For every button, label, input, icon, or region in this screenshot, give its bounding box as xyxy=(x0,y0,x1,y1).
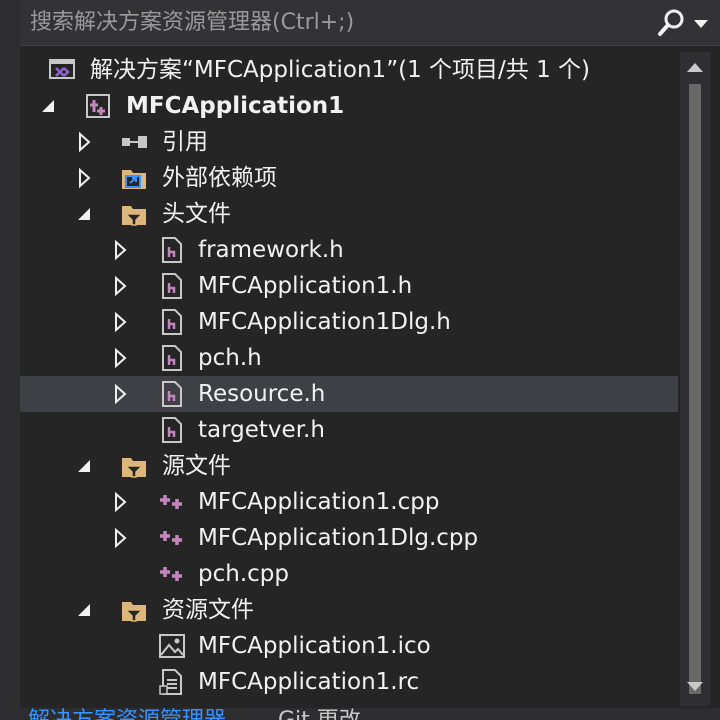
tree-row-file[interactable]: framework.h xyxy=(20,232,678,268)
file-label: framework.h xyxy=(198,237,344,263)
tree-row-file[interactable]: MFCApplication1.h xyxy=(20,268,678,304)
cpp-file-icon xyxy=(158,524,186,552)
project-label: MFCApplication1 xyxy=(126,93,345,119)
search-icon[interactable] xyxy=(654,6,688,40)
scroll-up-arrow-icon[interactable] xyxy=(685,58,705,76)
cpp-file-icon xyxy=(158,488,186,516)
expanded-arrow-icon[interactable] xyxy=(72,454,96,478)
tree-row-file-selected[interactable]: Resource.h xyxy=(20,376,678,412)
references-label: 引用 xyxy=(162,129,208,155)
collapsed-arrow-icon[interactable] xyxy=(108,382,132,406)
solution-label: 解决方案“MFCApplication1”(1 个项目/共 1 个) xyxy=(90,57,591,83)
tree-row-header-files[interactable]: 头文件 xyxy=(20,196,678,232)
tab-solution-explorer[interactable]: 解决方案资源管理器 xyxy=(28,708,226,720)
tree-row-file[interactable]: pch.h xyxy=(20,340,678,376)
tree-row-file[interactable]: MFCApplication1Dlg.h xyxy=(20,304,678,340)
collapsed-arrow-icon[interactable] xyxy=(108,238,132,262)
left-gutter xyxy=(0,0,20,720)
file-label: MFCApplication1Dlg.h xyxy=(198,309,451,335)
tree-row-resource-files[interactable]: 资源文件 xyxy=(20,592,678,628)
header-file-icon xyxy=(158,308,186,336)
tree-row-file[interactable]: MFCApplication1.rc xyxy=(20,664,678,700)
file-label: MFCApplication1.ico xyxy=(198,633,431,659)
references-icon xyxy=(120,128,148,156)
external-dependencies-label: 外部依赖项 xyxy=(162,165,277,191)
expanded-arrow-icon[interactable] xyxy=(72,598,96,622)
tree-row-file[interactable]: MFCApplication1.cpp xyxy=(20,484,678,520)
header-file-icon xyxy=(158,272,186,300)
tree-row-source-files[interactable]: 源文件 xyxy=(20,448,678,484)
solution-tree: 解决方案“MFCApplication1”(1 个项目/共 1 个) MFCAp… xyxy=(20,52,680,708)
tree-row-references[interactable]: 引用 xyxy=(20,124,678,160)
file-label: MFCApplication1.rc xyxy=(198,669,420,695)
file-label: pch.h xyxy=(198,345,262,371)
tree-row-solution[interactable]: 解决方案“MFCApplication1”(1 个项目/共 1 个) xyxy=(20,52,678,88)
file-label: MFCApplication1.cpp xyxy=(198,489,440,515)
scrollbar-thumb[interactable] xyxy=(689,84,701,694)
tree-row-external-dependencies[interactable]: 外部依赖项 xyxy=(20,160,678,196)
folder-filter-icon xyxy=(120,596,148,624)
collapsed-arrow-icon[interactable] xyxy=(108,490,132,514)
header-file-icon xyxy=(158,416,186,444)
vertical-scrollbar[interactable] xyxy=(680,52,710,706)
image-file-icon xyxy=(158,632,186,660)
external-dependencies-icon xyxy=(120,164,148,192)
search-bar: 搜索解决方案资源管理器(Ctrl+;) xyxy=(20,0,720,46)
search-input[interactable]: 搜索解决方案资源管理器(Ctrl+;) xyxy=(30,7,630,39)
folder-filter-icon xyxy=(120,200,148,228)
resource-files-label: 资源文件 xyxy=(162,597,254,623)
file-label: Resource.h xyxy=(198,381,326,407)
header-file-icon xyxy=(158,236,186,264)
bottom-tab-strip: 解决方案资源管理器 Git 更改 xyxy=(20,708,720,720)
resource-script-icon xyxy=(158,668,186,696)
header-files-label: 头文件 xyxy=(162,201,231,227)
solution-icon xyxy=(48,56,76,84)
expanded-arrow-icon[interactable] xyxy=(72,202,96,226)
source-files-label: 源文件 xyxy=(162,453,231,479)
collapsed-arrow-icon[interactable] xyxy=(108,310,132,334)
collapsed-arrow-icon[interactable] xyxy=(72,166,96,190)
tree-row-file[interactable]: targetver.h xyxy=(20,412,678,448)
project-icon xyxy=(84,92,112,120)
expanded-arrow-icon[interactable] xyxy=(36,94,60,118)
file-label: targetver.h xyxy=(198,417,325,443)
tree-row-file[interactable]: pch.cpp xyxy=(20,556,678,592)
scroll-down-arrow-icon[interactable] xyxy=(685,678,705,696)
collapsed-arrow-icon[interactable] xyxy=(108,526,132,550)
header-file-icon xyxy=(158,344,186,372)
folder-filter-icon xyxy=(120,452,148,480)
tree-row-file[interactable]: MFCApplication1.ico xyxy=(20,628,678,664)
collapsed-arrow-icon[interactable] xyxy=(108,346,132,370)
collapsed-arrow-icon[interactable] xyxy=(72,130,96,154)
cpp-file-icon xyxy=(158,560,186,588)
header-file-icon xyxy=(158,380,186,408)
file-label: MFCApplication1Dlg.cpp xyxy=(198,525,479,551)
collapsed-arrow-icon[interactable] xyxy=(108,274,132,298)
tab-git-changes[interactable]: Git 更改 xyxy=(278,708,361,720)
tree-row-project[interactable]: MFCApplication1 xyxy=(20,88,678,124)
file-label: pch.cpp xyxy=(198,561,289,587)
file-label: MFCApplication1.h xyxy=(198,273,413,299)
tree-row-file[interactable]: MFCApplication1Dlg.cpp xyxy=(20,520,678,556)
chevron-down-icon[interactable] xyxy=(690,14,712,34)
